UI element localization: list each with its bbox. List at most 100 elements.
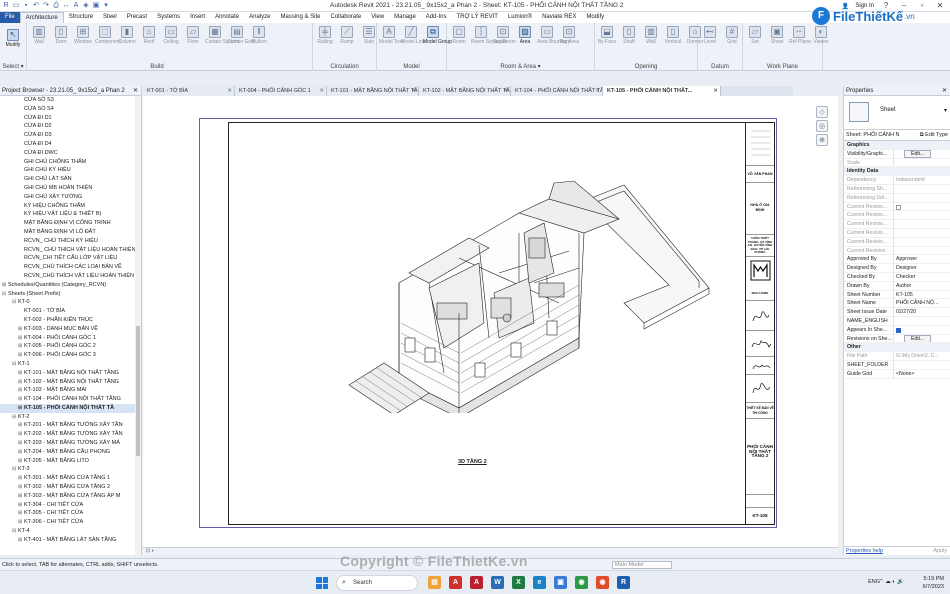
chevron-down-icon[interactable]: ▾: [944, 107, 947, 114]
ribbon-tab-naviate-rex[interactable]: Naviate REX: [537, 12, 581, 23]
tree-item[interactable]: ⊞ KT-205 - MẶT BẰNG LITO: [0, 457, 135, 466]
tree-item[interactable]: ⊟ KT-2: [0, 413, 135, 422]
ribbon-tab-structure[interactable]: Structure: [64, 12, 98, 23]
close-tab-icon[interactable]: ✕: [713, 86, 718, 96]
checkbox[interactable]: [896, 204, 901, 210]
vertical-button[interactable]: ▯ Vertical: [663, 26, 683, 45]
property-value[interactable]: [894, 361, 950, 369]
close-tab-icon[interactable]: ✕: [319, 86, 324, 96]
railing-button[interactable]: ╪ Railing: [315, 26, 335, 45]
measure-icon[interactable]: ↔: [62, 1, 70, 10]
stair-button[interactable]: ☰ Stair: [359, 26, 379, 45]
word-icon[interactable]: W: [491, 576, 504, 589]
explorer-icon[interactable]: ▣: [554, 576, 567, 589]
ribbon-tab-lumion[interactable]: Lumion®: [503, 12, 537, 23]
ribbon-tab-insert[interactable]: Insert: [185, 12, 210, 23]
tree-item[interactable]: GHI CHÚ KÝ HIỆU: [0, 166, 135, 175]
tree-item[interactable]: ⊞ KT-101 - MẶT BẰNG NỘI THẤT TẦNG: [0, 369, 135, 378]
edit-button[interactable]: Edit...: [904, 334, 932, 343]
door-button[interactable]: ▯ Door: [51, 26, 71, 45]
redo-icon[interactable]: ↷: [42, 1, 50, 10]
tree-item[interactable]: CỬA SỔ S4: [0, 105, 135, 114]
customize-icon[interactable]: ▾: [102, 1, 110, 10]
tree-item[interactable]: RCVN_ CHÚ THÍCH KÝ HIỆU: [0, 237, 135, 246]
edit-type-button[interactable]: ⧉ Edit Type: [920, 130, 948, 141]
curtain-system-button[interactable]: ▦ Curtain System: [205, 26, 239, 45]
tree-item[interactable]: CỬA SỔ S3: [0, 96, 135, 105]
tree-item[interactable]: CỬA ĐI D4: [0, 140, 135, 149]
ribbon-tab-analyze[interactable]: Analyze: [244, 12, 275, 23]
property-value[interactable]: Checker: [894, 273, 950, 281]
tree-item[interactable]: ⊟ KT-4: [0, 527, 135, 536]
property-category[interactable]: Other: [844, 343, 950, 353]
view-tab[interactable]: KT-104 - PHỐI CẢNH NỘI THẤT TẦ... ✕: [511, 86, 603, 96]
ribbon-tab-systems[interactable]: Systems: [152, 12, 185, 23]
tree-item[interactable]: MẶT BẰNG ĐỊNH VỊ CÔNG TRÌNH: [0, 219, 135, 228]
tree-item[interactable]: RCVN_CHÚ THÍCH CÁC LOẠI BẢN VẼ: [0, 263, 135, 272]
tree-item[interactable]: ⊞ KT-305 - CHI TIẾT CỬA: [0, 509, 135, 518]
ribbon-tab-annotate[interactable]: Annotate: [210, 12, 244, 23]
ribbon-tab-architecture[interactable]: Architecture: [19, 12, 64, 23]
close-hidden-icon[interactable]: ▣: [92, 1, 100, 10]
view-controls-icon[interactable]: ◐: [152, 548, 155, 554]
tree-item[interactable]: ⊞ KT-203 - MẶT BẰNG TƯỜNG XÂY MÁ: [0, 439, 135, 448]
property-value[interactable]: Edit...: [894, 149, 950, 158]
taskbar-search[interactable]: ⌕ Search: [336, 575, 418, 591]
print-icon[interactable]: ⎙: [52, 1, 60, 10]
tree-item[interactable]: MẶT BẰNG ĐỊNH VỊ LÔ ĐẤT: [0, 228, 135, 237]
property-value[interactable]: [894, 326, 950, 334]
tree-item[interactable]: GHI CHÚ MB HOÀN THIỆN: [0, 184, 135, 193]
close-icon[interactable]: ✕: [133, 86, 138, 96]
ribbon-tab-massing-site[interactable]: Massing & Site: [275, 12, 325, 23]
tree-item[interactable]: CỬA ĐI D3: [0, 131, 135, 140]
show-button[interactable]: ▣ Show: [767, 26, 787, 45]
tree-item[interactable]: ⊞ KT-306 - CHI TIẾT CỬA: [0, 518, 135, 527]
checkbox[interactable]: [896, 327, 901, 333]
component-button[interactable]: ⬚ Component: [95, 26, 121, 45]
tree-item[interactable]: ⊞ KT-202 - MẶT BẰNG TƯỜNG XÂY TẦN: [0, 430, 135, 439]
edge-icon[interactable]: e: [533, 576, 546, 589]
view-tab[interactable]: KT-102 - MẶT BẰNG NỘI THẤT TẦ... ✕: [419, 86, 511, 96]
tree-item[interactable]: RCVN_CHÚ THÍCH VẬT LIỆU HOÀN THIỆN: [0, 272, 135, 281]
room-separator-button[interactable]: ┆ Room Separator: [471, 26, 508, 45]
view-tab[interactable]: KT-101 - MẶT BẰNG NỘI THẤT TẦ... ✕: [327, 86, 419, 96]
type-selector[interactable]: Sheet ▾: [844, 96, 950, 130]
tree-item[interactable]: GHI CHÚ LÁT SÀN: [0, 175, 135, 184]
ribbon-tab-manage[interactable]: Manage: [389, 12, 421, 23]
column-button[interactable]: ▮ Column: [117, 26, 137, 45]
steering-wheel-icon[interactable]: ◎: [816, 120, 828, 132]
revit-taskbar-icon[interactable]: R: [617, 576, 630, 589]
viewer-button[interactable]: ◐ Viewer: [811, 26, 831, 45]
tree-item[interactable]: ⊞ KT-302 - MẶT BẰNG CỬA TẦNG 2: [0, 483, 135, 492]
chrome-2-icon[interactable]: ◉: [596, 576, 609, 589]
clock-time[interactable]: 5:19 PM: [923, 575, 944, 583]
view-tab[interactable]: KT-001 - TỜ BÌA ✕: [143, 86, 235, 96]
tree-item[interactable]: ⊞ KT-102 - MẶT BẰNG NỘI THẤT TẦNG: [0, 378, 135, 387]
wall-button[interactable]: ▥ Wall: [641, 26, 661, 45]
property-value[interactable]: Approver: [894, 255, 950, 263]
close-tab-icon[interactable]: ✕: [503, 86, 508, 96]
ribbon-tab-collaborate[interactable]: Collaborate: [326, 12, 367, 23]
close-icon[interactable]: ✕: [942, 86, 947, 96]
property-category[interactable]: Graphics: [844, 141, 950, 150]
close-tab-icon[interactable]: ✕: [411, 86, 416, 96]
tree-item[interactable]: ⊞ KT-304 - CHI TIẾT CỬA: [0, 501, 135, 510]
save-icon[interactable]: ▪: [22, 1, 30, 10]
autocad-icon[interactable]: A: [470, 576, 483, 589]
mullion-button[interactable]: ‖ Mullion: [249, 26, 269, 45]
revit-app-icon[interactable]: R: [2, 1, 10, 10]
active-workset-dropdown[interactable]: Main Model: [612, 561, 672, 569]
tree-item[interactable]: ⊟ Sheets (Sheet Prefix): [0, 290, 135, 299]
ribbon-tab-view[interactable]: View: [366, 12, 389, 23]
close-tab-icon[interactable]: ✕: [227, 86, 232, 96]
area-button[interactable]: ▨ Area: [515, 26, 535, 45]
3d-floor-plan-view[interactable]: [229, 123, 719, 413]
scrollbar-thumb[interactable]: [136, 326, 140, 456]
3d-view-icon[interactable]: ◈: [82, 1, 90, 10]
tree-item[interactable]: GHI CHÚ XÂY TƯỜNG: [0, 193, 135, 202]
instance-filter[interactable]: Sheet: PHỐI CẢNH N ⧉ Edit Type: [844, 130, 950, 141]
ribbon-tab-steel[interactable]: Steel: [98, 12, 122, 23]
shaft-button[interactable]: ▯ Shaft: [619, 26, 639, 45]
tree-item[interactable]: ⊞ KT-104 - PHỐI CẢNH NỘI THẤT TẦNG: [0, 395, 135, 404]
tree-item[interactable]: KT-001 - TỜ BÌA: [0, 307, 135, 316]
